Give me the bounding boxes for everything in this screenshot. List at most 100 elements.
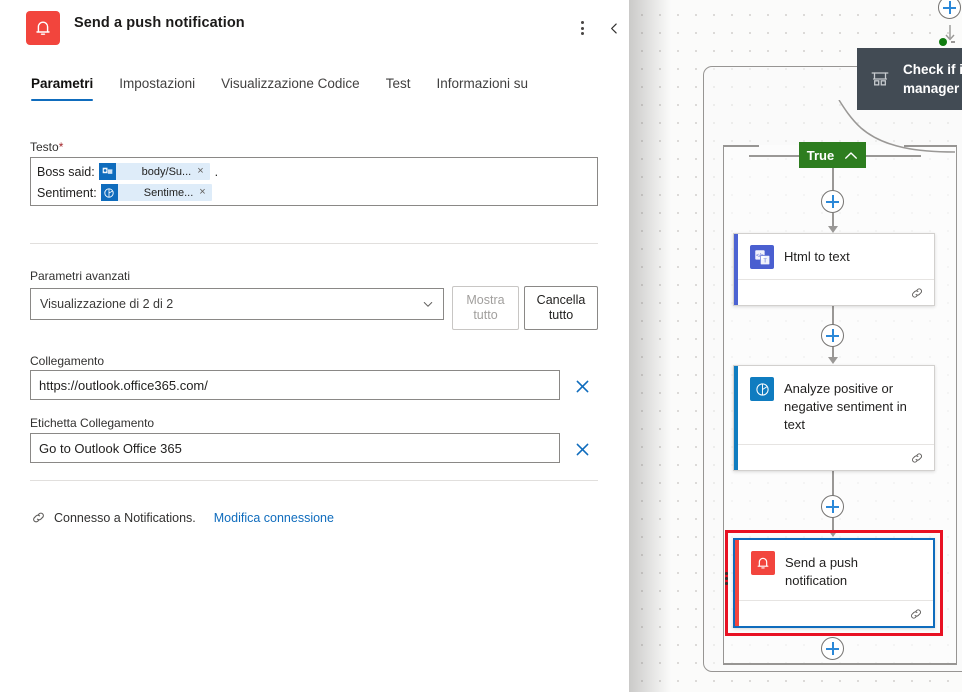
tab-parametri[interactable]: Parametri — [26, 76, 106, 101]
token-line: Boss said: body/Su... × . — [37, 161, 591, 182]
tab-visualizzazione-codice[interactable]: Visualizzazione Codice — [208, 76, 373, 101]
sentiment-icon — [100, 184, 118, 201]
bell-icon — [751, 551, 775, 575]
node-tooltip: Check if i manager — [857, 48, 962, 110]
advanced-parameters-label: Parametri avanzati — [30, 269, 131, 283]
node-accent-bar — [734, 366, 738, 470]
flow-node-analyze-sentiment[interactable]: Analyze positive or negative sentiment i… — [733, 365, 935, 471]
clear-link-button[interactable] — [570, 374, 594, 398]
close-icon — [576, 443, 588, 455]
flow-canvas[interactable]: Check if i manager True </> T Html to te… — [629, 0, 962, 692]
true-branch-badge[interactable]: True — [799, 142, 866, 168]
token-line-prefix: Boss said: — [37, 164, 95, 179]
outlook-icon — [98, 163, 116, 180]
clear-all-button[interactable]: Cancella tutto — [524, 286, 598, 330]
approval-icon — [871, 72, 889, 86]
tab-impostazioni[interactable]: Impostazioni — [106, 76, 208, 101]
link-icon[interactable] — [909, 607, 923, 621]
link-label-field-label: Etichetta Collegamento — [30, 416, 155, 430]
node-header: Send a push notification — [735, 540, 933, 600]
advanced-parameters-value: Visualizzazione di 2 di 2 — [40, 297, 174, 311]
more-options-button[interactable] — [568, 14, 596, 42]
branch-border-segment — [723, 145, 759, 147]
node-header: Analyze positive or negative sentiment i… — [734, 366, 934, 444]
node-footer — [734, 444, 934, 470]
status-indicator-dot — [939, 38, 947, 46]
html-to-text-icon: </> T — [750, 245, 774, 269]
link-icon[interactable] — [910, 286, 924, 300]
add-step-after-html-to-text-button[interactable] — [821, 324, 844, 347]
flow-node-send-push-notification-wrapper: Send a push notification — [725, 530, 943, 636]
tooltip-text: Check if i manager — [903, 62, 962, 96]
html-to-text-glyph: </> T — [754, 249, 770, 265]
connection-status: Connesso a Notifications. Modifica conne… — [31, 510, 334, 525]
sentiment-glyph — [104, 187, 114, 198]
token-line: Sentiment: Sentime... × — [37, 182, 591, 203]
dynamic-content-token[interactable]: body/Su... × — [98, 163, 210, 180]
add-step-after-send-push-notification-button[interactable] — [821, 637, 844, 660]
section-divider — [30, 480, 598, 481]
show-all-button[interactable]: Mostra tutto — [452, 286, 519, 330]
branch-border-segment — [723, 663, 957, 665]
add-step-after-analyze-sentiment-button[interactable] — [821, 495, 844, 518]
tab-informazioni-su[interactable]: Informazioni su — [423, 76, 541, 101]
advanced-parameters-select[interactable]: Visualizzazione di 2 di 2 — [30, 288, 444, 320]
link-field-label: Collegamento — [30, 354, 105, 368]
branch-label: True — [806, 147, 835, 163]
clear-link-label-button[interactable] — [570, 437, 594, 461]
add-step-top-button[interactable] — [821, 190, 844, 213]
testo-field-label: Testo* — [30, 140, 64, 154]
node-footer — [734, 279, 934, 305]
connector-line — [832, 470, 834, 496]
node-accent-bar — [735, 540, 739, 626]
connector-arrow — [828, 357, 838, 364]
token-line-prefix: Sentiment: — [37, 185, 97, 200]
kebab-menu-icon[interactable] — [725, 572, 728, 585]
kebab-menu-icon — [580, 21, 584, 35]
chevron-left-icon — [610, 22, 617, 34]
dynamic-content-token[interactable]: Sentime... × — [100, 184, 212, 201]
close-icon — [576, 380, 588, 392]
node-header: </> T Html to text — [734, 234, 934, 279]
link-input[interactable] — [30, 370, 560, 400]
connector-line — [832, 303, 834, 325]
connector-line — [832, 517, 834, 531]
add-step-canvas-top-button[interactable] — [938, 0, 961, 19]
node-title: Html to text — [784, 249, 850, 264]
section-divider — [30, 243, 598, 244]
token-remove-button[interactable]: × — [199, 187, 211, 198]
action-details-panel: Send a push notification Parametri Impos… — [0, 0, 629, 692]
required-marker: * — [58, 140, 64, 154]
change-connection-link[interactable]: Modifica connessione — [214, 511, 334, 525]
node-title: Send a push notification — [785, 555, 859, 588]
node-footer — [735, 600, 933, 626]
status-connector-dash — [951, 41, 955, 43]
token-text: body/Su... — [141, 165, 192, 178]
token-text: Sentime... — [143, 186, 194, 199]
sentiment-glyph — [755, 382, 769, 396]
sentiment-icon — [750, 377, 774, 401]
node-accent-bar — [734, 234, 738, 305]
token-remove-button[interactable]: × — [197, 166, 209, 177]
app-root: Send a push notification Parametri Impos… — [0, 0, 962, 692]
connection-text: Connesso a Notifications. — [54, 510, 196, 525]
bell-icon — [26, 11, 60, 45]
svg-text:T: T — [763, 258, 767, 264]
testo-input[interactable]: Boss said: body/Su... × . Sentiment: Sen… — [30, 157, 598, 206]
collapse-panel-button[interactable] — [600, 14, 628, 42]
chevron-down-icon — [423, 302, 433, 307]
tab-test[interactable]: Test — [373, 76, 424, 101]
connector-arrow — [828, 226, 838, 233]
link-icon[interactable] — [910, 451, 924, 465]
panel-header: Send a push notification — [0, 0, 629, 56]
link-label-input[interactable] — [30, 433, 560, 463]
flow-node-send-push-notification[interactable]: Send a push notification — [733, 538, 935, 628]
token-line-suffix: . — [214, 164, 219, 179]
outlook-glyph — [102, 167, 112, 174]
branch-line-right — [866, 155, 921, 157]
branch-line-left — [749, 155, 799, 157]
node-title: Analyze positive or negative sentiment i… — [784, 381, 907, 432]
connector-line — [832, 213, 834, 227]
flow-node-html-to-text[interactable]: </> T Html to text — [733, 233, 935, 306]
connector-line — [832, 168, 834, 192]
